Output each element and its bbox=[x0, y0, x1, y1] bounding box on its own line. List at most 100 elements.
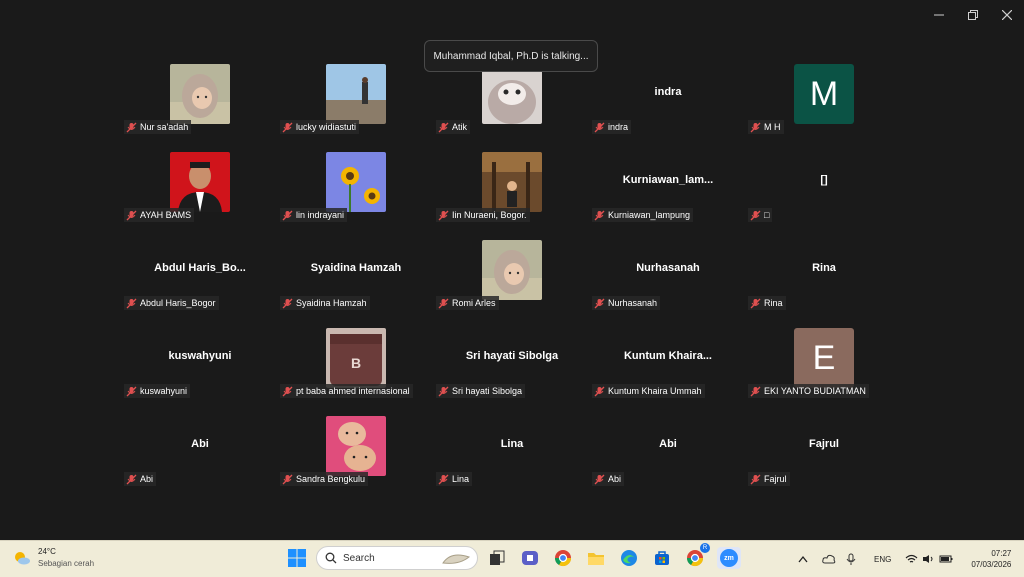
participant-tile[interactable]: Bpt baba ahmed internasional bbox=[278, 322, 434, 410]
participant-tile[interactable]: Iin Nuraeni, Bogor. bbox=[434, 146, 590, 234]
participant-name: lucky widiastuti bbox=[296, 122, 357, 132]
close-icon bbox=[1002, 10, 1012, 20]
participant-name-tag: Abi bbox=[124, 472, 157, 486]
start-button[interactable] bbox=[286, 547, 308, 569]
teams-button[interactable] bbox=[519, 547, 541, 569]
participant-tile[interactable]: Nur sa'adah bbox=[122, 58, 278, 146]
mic-muted-icon bbox=[750, 122, 761, 133]
participant-display-name: Rina bbox=[812, 262, 836, 274]
clock-date[interactable]: 07/03/2026 bbox=[971, 559, 1011, 570]
task-view-button[interactable] bbox=[486, 547, 508, 569]
participant-avatar bbox=[170, 152, 230, 212]
participant-name-tag: Syaidina Hamzah bbox=[280, 296, 370, 310]
participant-tile[interactable]: Sri hayati Sibolga Sri hayati Sibolga bbox=[434, 322, 590, 410]
participant-display-name: Fajrul bbox=[809, 438, 839, 450]
participant-tile[interactable]: Abi Abi bbox=[590, 410, 746, 498]
mic-muted-icon bbox=[282, 474, 293, 485]
participant-tile[interactable]: Romi Arles bbox=[434, 234, 590, 322]
participant-name-tag: Kurniawan_lampung bbox=[592, 208, 694, 222]
cloud-icon[interactable] bbox=[822, 554, 836, 564]
participant-name-tag: AYAH BAMS bbox=[124, 208, 195, 222]
participant-avatar bbox=[326, 152, 386, 212]
participant-name-tag: Atik bbox=[436, 120, 471, 134]
participant-tile[interactable]: MM H bbox=[746, 58, 902, 146]
chrome-icon bbox=[554, 550, 572, 567]
mic-muted-icon bbox=[594, 386, 605, 397]
teams-icon bbox=[522, 551, 538, 565]
mic-muted-icon bbox=[438, 122, 449, 133]
participant-tile[interactable]: Nurhasanah Nurhasanah bbox=[590, 234, 746, 322]
participant-avatar bbox=[482, 240, 542, 300]
mic-muted-icon bbox=[750, 474, 761, 485]
battery-icon[interactable] bbox=[939, 554, 953, 564]
microphone-icon[interactable] bbox=[846, 553, 856, 566]
chrome-button[interactable] bbox=[552, 547, 574, 569]
participant-name: EKI YANTO BUDIATMAN bbox=[764, 386, 866, 396]
participant-name: Syaidina Hamzah bbox=[296, 298, 367, 308]
participant-display-name: Sri hayati Sibolga bbox=[465, 350, 559, 362]
mic-muted-icon bbox=[282, 386, 293, 397]
restore-button[interactable] bbox=[956, 0, 990, 30]
close-button[interactable] bbox=[990, 0, 1024, 30]
volume-icon[interactable] bbox=[922, 554, 935, 564]
participant-name: Sri hayati Sibolga bbox=[452, 386, 523, 396]
participant-display-name: indra bbox=[654, 86, 682, 98]
chrome-profile-button[interactable]: R bbox=[684, 543, 710, 569]
mic-muted-icon bbox=[438, 474, 449, 485]
participant-tile[interactable]: Lina Lina bbox=[434, 410, 590, 498]
mic-muted-icon bbox=[594, 210, 605, 221]
participant-name-tag: lucky widiastuti bbox=[280, 120, 360, 134]
participant-tile[interactable]: Kurniawan_lam... Kurniawan_lampung bbox=[590, 146, 746, 234]
participant-tile[interactable]: lucky widiastuti bbox=[278, 58, 434, 146]
file-explorer-button[interactable] bbox=[585, 547, 607, 569]
taskbar-search[interactable]: Search bbox=[316, 546, 478, 570]
mic-muted-icon bbox=[126, 298, 137, 309]
participant-tile[interactable]: E EKI YANTO BUDIATMAN bbox=[746, 322, 902, 410]
participant-name-tag: Sandra Bengkulu bbox=[280, 472, 369, 486]
participant-name: Rina bbox=[764, 298, 783, 308]
participant-tile[interactable]: Syaidina Hamzah Syaidina Hamzah bbox=[278, 234, 434, 322]
participant-display-name: [] bbox=[820, 174, 828, 186]
participant-avatar bbox=[482, 64, 542, 124]
participant-name-tag: Nurhasanah bbox=[592, 296, 661, 310]
participant-tile[interactable]: Rina Rina bbox=[746, 234, 902, 322]
participant-avatar: B bbox=[326, 328, 386, 388]
mic-muted-icon bbox=[594, 298, 605, 309]
chevron-up-icon[interactable] bbox=[798, 555, 808, 563]
participant-name: Nurhasanah bbox=[608, 298, 658, 308]
participant-tile[interactable]: Fajrul Fajrul bbox=[746, 410, 902, 498]
clock-time[interactable]: 07:27 bbox=[971, 548, 1011, 559]
mic-muted-icon bbox=[438, 210, 449, 221]
participant-tile[interactable]: Abi Abi bbox=[122, 410, 278, 498]
participant-name: Abi bbox=[140, 474, 154, 484]
participant-tile[interactable]: Abdul Haris_Bo... Abdul Haris_Bogor bbox=[122, 234, 278, 322]
search-placeholder: Search bbox=[343, 552, 375, 564]
mic-muted-icon bbox=[282, 122, 293, 133]
mic-muted-icon bbox=[594, 122, 605, 133]
mic-muted-icon bbox=[282, 210, 293, 221]
search-highlight-icon bbox=[442, 554, 471, 564]
partly-sunny-icon bbox=[15, 552, 30, 565]
wifi-icon[interactable] bbox=[905, 554, 918, 564]
participant-name: Fajrul bbox=[764, 474, 787, 484]
participant-tile[interactable]: lin indrayani bbox=[278, 146, 434, 234]
store-button[interactable] bbox=[651, 547, 673, 569]
participant-tile[interactable]: [] □ bbox=[746, 146, 902, 234]
search-icon bbox=[325, 552, 337, 564]
minimize-button[interactable] bbox=[922, 0, 956, 30]
weather-widget[interactable]: 24°C Sebagian cerah bbox=[12, 546, 94, 570]
edge-button[interactable] bbox=[618, 547, 640, 569]
participant-display-name: Kuntum Khaira... bbox=[623, 350, 712, 362]
participant-tile[interactable]: Sandra Bengkulu bbox=[278, 410, 434, 498]
mic-muted-icon bbox=[126, 210, 137, 221]
participant-tile[interactable]: indra indra bbox=[590, 58, 746, 146]
participant-avatar bbox=[326, 64, 386, 124]
participant-tile[interactable]: kuswahyuni kuswahyuni bbox=[122, 322, 278, 410]
zoom-icon: zm bbox=[720, 549, 738, 567]
language-indicator[interactable]: ENG bbox=[874, 555, 891, 564]
window-controls bbox=[922, 0, 1024, 30]
participant-tile[interactable]: AYAH BAMS bbox=[122, 146, 278, 234]
zoom-button[interactable]: zm bbox=[717, 547, 741, 569]
participant-initial-avatar: E bbox=[794, 328, 854, 388]
participant-tile[interactable]: Kuntum Khaira... Kuntum Khaira Ummah bbox=[590, 322, 746, 410]
